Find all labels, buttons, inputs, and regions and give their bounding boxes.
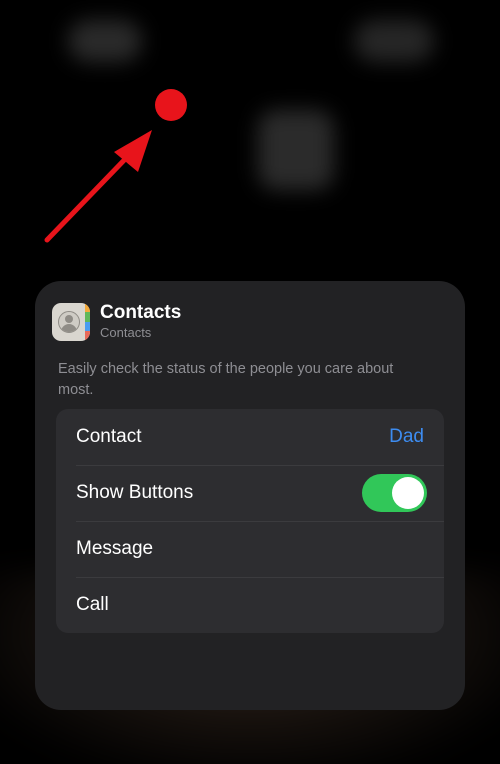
screen: Contacts Contacts Easily check the statu… bbox=[0, 0, 500, 764]
widget-description: Easily check the status of the people yo… bbox=[58, 361, 394, 398]
show-buttons-row: Show Buttons bbox=[56, 465, 444, 521]
widget-header: Contacts Contacts bbox=[52, 302, 181, 341]
settings-list: Contact Dad Show Buttons Message Call bbox=[56, 409, 444, 633]
annotation-arrow-icon bbox=[44, 130, 152, 243]
widget-config-sheet: Contacts Contacts Easily check the statu… bbox=[35, 281, 465, 710]
blurred-background-icon bbox=[68, 20, 142, 62]
contact-value[interactable]: Dad bbox=[389, 426, 424, 448]
call-label: Call bbox=[76, 594, 109, 615]
widget-title: Contacts bbox=[100, 302, 182, 323]
contacts-app-icon bbox=[52, 302, 90, 341]
show-buttons-toggle[interactable] bbox=[362, 474, 427, 512]
message-row[interactable]: Message bbox=[56, 521, 444, 577]
blurred-background-icon bbox=[354, 20, 434, 62]
widget-subtitle: Contacts bbox=[100, 325, 152, 340]
blurred-background-icon bbox=[258, 110, 334, 190]
avatar-icon bbox=[58, 310, 80, 333]
contact-row[interactable]: Contact Dad bbox=[56, 409, 444, 465]
message-label: Message bbox=[76, 538, 154, 559]
toggle-knob bbox=[392, 477, 424, 509]
show-buttons-label: Show Buttons bbox=[76, 482, 194, 503]
call-row[interactable]: Call bbox=[56, 577, 444, 633]
contacts-tabs-icon bbox=[85, 302, 90, 341]
annotation-dot bbox=[155, 89, 187, 121]
contact-label: Contact bbox=[76, 426, 142, 447]
